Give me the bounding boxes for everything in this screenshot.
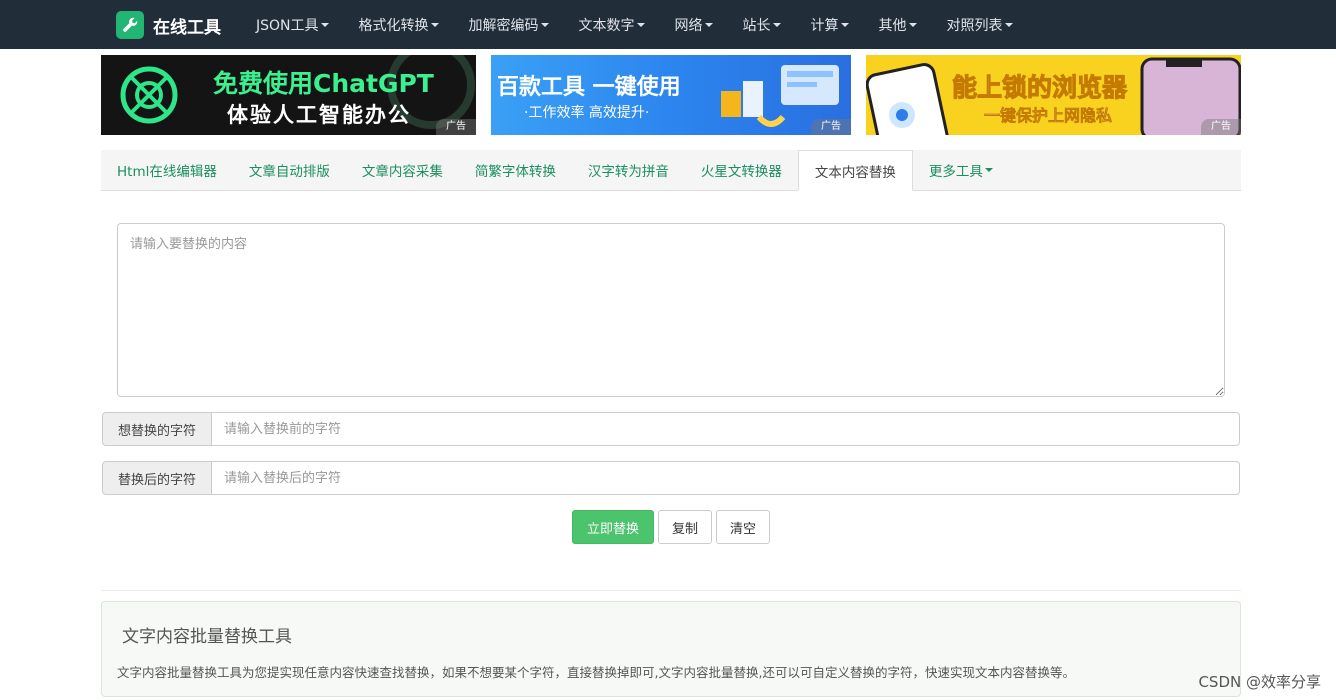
nav-item-label: JSON工具 bbox=[256, 17, 319, 34]
nav-item-reference[interactable]: 对照列表 bbox=[932, 0, 1028, 49]
nav-item-label: 网络 bbox=[674, 17, 703, 34]
tab-label: 文本内容替换 bbox=[814, 164, 896, 181]
caret-down-icon bbox=[984, 168, 993, 172]
to-input-group: 替换后的字符 bbox=[102, 461, 1240, 495]
tab-label: 文章自动排版 bbox=[248, 164, 330, 180]
content-textarea[interactable] bbox=[117, 223, 1225, 397]
tab-pinyin[interactable]: 汉字转为拼音 bbox=[572, 150, 685, 190]
tab-label: 更多工具 bbox=[928, 164, 983, 180]
nav-item-label: 加解密编码 bbox=[468, 17, 539, 34]
caret-down-icon bbox=[840, 22, 849, 27]
info-panel: 文字内容批量替换工具 文字内容批量替换工具为您提实现任意内容快速查找替换，如果不… bbox=[101, 601, 1241, 697]
tab-auto-format[interactable]: 文章自动排版 bbox=[233, 150, 346, 190]
info-title: 文字内容批量替换工具 bbox=[122, 627, 292, 647]
caret-down-icon bbox=[540, 22, 549, 27]
tab-text-replace[interactable]: 文本内容替换 bbox=[797, 150, 913, 191]
caret-down-icon bbox=[1004, 22, 1013, 27]
nav-item-text[interactable]: 文本数字 bbox=[564, 0, 660, 49]
ad-banner-chatgpt[interactable]: 免费使用ChatGPT 体验人工智能办公 广告 bbox=[101, 55, 476, 135]
ad-banner-tools[interactable]: 百款工具 一键使用 ·工作效率 高效提升· 广告 bbox=[491, 55, 851, 135]
tab-label: 文章内容采集 bbox=[361, 164, 443, 180]
ad-badge: 广告 bbox=[436, 119, 476, 135]
nav-item-json[interactable]: JSON工具 bbox=[241, 0, 344, 49]
ad-subline: 体验人工智能办公 bbox=[227, 103, 411, 127]
ad-subline: 一键保护上网隐私 bbox=[984, 106, 1113, 126]
ad-badge: 广告 bbox=[1201, 119, 1241, 135]
ad-subline: ·工作效率 高效提升· bbox=[524, 105, 650, 121]
brand-link[interactable]: 在线工具 bbox=[116, 11, 221, 39]
ad-headline: 能上锁的浏览器 bbox=[951, 73, 1128, 103]
nav-item-label: 格式化转换 bbox=[358, 17, 429, 34]
nav-item-label: 其他 bbox=[878, 17, 907, 34]
nav-item-label: 文本数字 bbox=[578, 17, 635, 34]
caret-down-icon bbox=[430, 22, 439, 27]
caret-down-icon bbox=[908, 22, 917, 27]
tab-more-tools[interactable]: 更多工具 bbox=[913, 150, 1009, 190]
tab-label: 火星文转换器 bbox=[700, 164, 782, 180]
nav-item-calculate[interactable]: 计算 bbox=[796, 0, 864, 49]
caret-down-icon bbox=[636, 22, 645, 27]
ad-headline: 百款工具 一键使用 bbox=[497, 75, 681, 100]
caret-down-icon bbox=[772, 22, 781, 27]
wrench-icon bbox=[116, 11, 144, 39]
caret-down-icon bbox=[320, 22, 329, 27]
from-input-group: 想替换的字符 bbox=[102, 412, 1240, 446]
tab-label: 汉字转为拼音 bbox=[587, 164, 669, 180]
nav-item-encrypt[interactable]: 加解密编码 bbox=[454, 0, 564, 49]
watermark: CSDN @效率分享 bbox=[1198, 673, 1321, 691]
nav-item-format[interactable]: 格式化转换 bbox=[344, 0, 454, 49]
nav-item-label: 计算 bbox=[810, 17, 839, 34]
divider bbox=[101, 590, 1241, 591]
tab-html-editor[interactable]: Html在线编辑器 bbox=[101, 150, 233, 190]
nav-item-network[interactable]: 网络 bbox=[660, 0, 728, 49]
tool-tabs: Html在线编辑器 文章自动排版 文章内容采集 简繁字体转换 汉字转为拼音 火星… bbox=[101, 150, 1241, 191]
tab-label: 简繁字体转换 bbox=[474, 164, 556, 180]
ad-badge: 广告 bbox=[811, 119, 851, 135]
tab-label: Html在线编辑器 bbox=[117, 164, 217, 180]
nav-item-webmaster[interactable]: 站长 bbox=[728, 0, 796, 49]
to-label: 替换后的字符 bbox=[102, 461, 212, 495]
top-navbar: 在线工具 JSON工具 格式化转换 加解密编码 文本数字 网络 站长 计算 其他… bbox=[0, 0, 1336, 49]
nav-item-other[interactable]: 其他 bbox=[864, 0, 932, 49]
from-input[interactable] bbox=[212, 412, 1240, 446]
info-description: 文字内容批量替换工具为您提实现任意内容快速查找替换，如果不想要某个字符，直接替换… bbox=[117, 665, 1075, 680]
from-label: 想替换的字符 bbox=[102, 412, 212, 446]
nav-item-label: 对照列表 bbox=[946, 17, 1003, 34]
ad-banner-browser[interactable]: 能上锁的浏览器 一键保护上网隐私 广告 bbox=[866, 55, 1241, 135]
to-input[interactable] bbox=[212, 461, 1240, 495]
tab-simplified-traditional[interactable]: 简繁字体转换 bbox=[459, 150, 572, 190]
caret-down-icon bbox=[704, 22, 713, 27]
tab-martian-text[interactable]: 火星文转换器 bbox=[685, 150, 798, 190]
nav-item-label: 站长 bbox=[742, 17, 771, 34]
nav-menu: JSON工具 格式化转换 加解密编码 文本数字 网络 站长 计算 其他 对照列表 bbox=[241, 0, 1028, 49]
ad-headline: 免费使用ChatGPT bbox=[213, 69, 434, 98]
tab-content-collect[interactable]: 文章内容采集 bbox=[346, 150, 459, 190]
replace-button[interactable]: 立即替换 bbox=[572, 510, 654, 544]
copy-button[interactable]: 复制 bbox=[658, 510, 712, 544]
clear-button[interactable]: 清空 bbox=[716, 510, 770, 544]
brand-title: 在线工具 bbox=[153, 17, 221, 38]
